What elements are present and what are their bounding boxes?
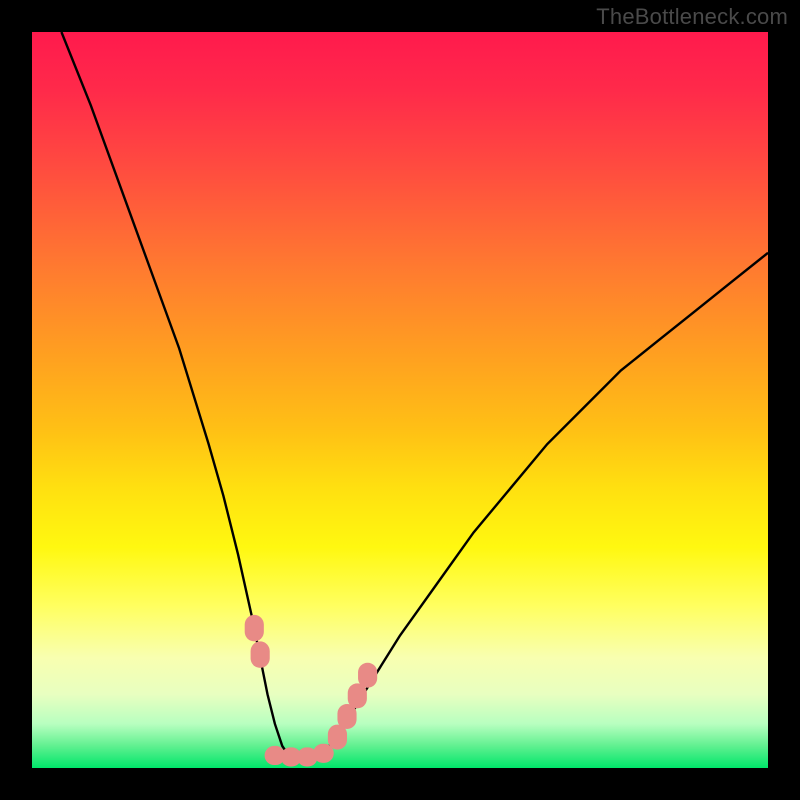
right-marker-2 xyxy=(337,704,356,729)
left-marker-2 xyxy=(251,641,270,668)
watermark-text: TheBottleneck.com xyxy=(596,4,788,30)
right-marker-4 xyxy=(358,663,377,688)
bottleneck-chart-svg xyxy=(32,32,768,768)
chart-plot-area xyxy=(32,32,768,768)
left-marker-1 xyxy=(245,615,264,642)
right-marker-3 xyxy=(348,683,367,708)
curve-bottleneck-curve xyxy=(61,32,768,761)
